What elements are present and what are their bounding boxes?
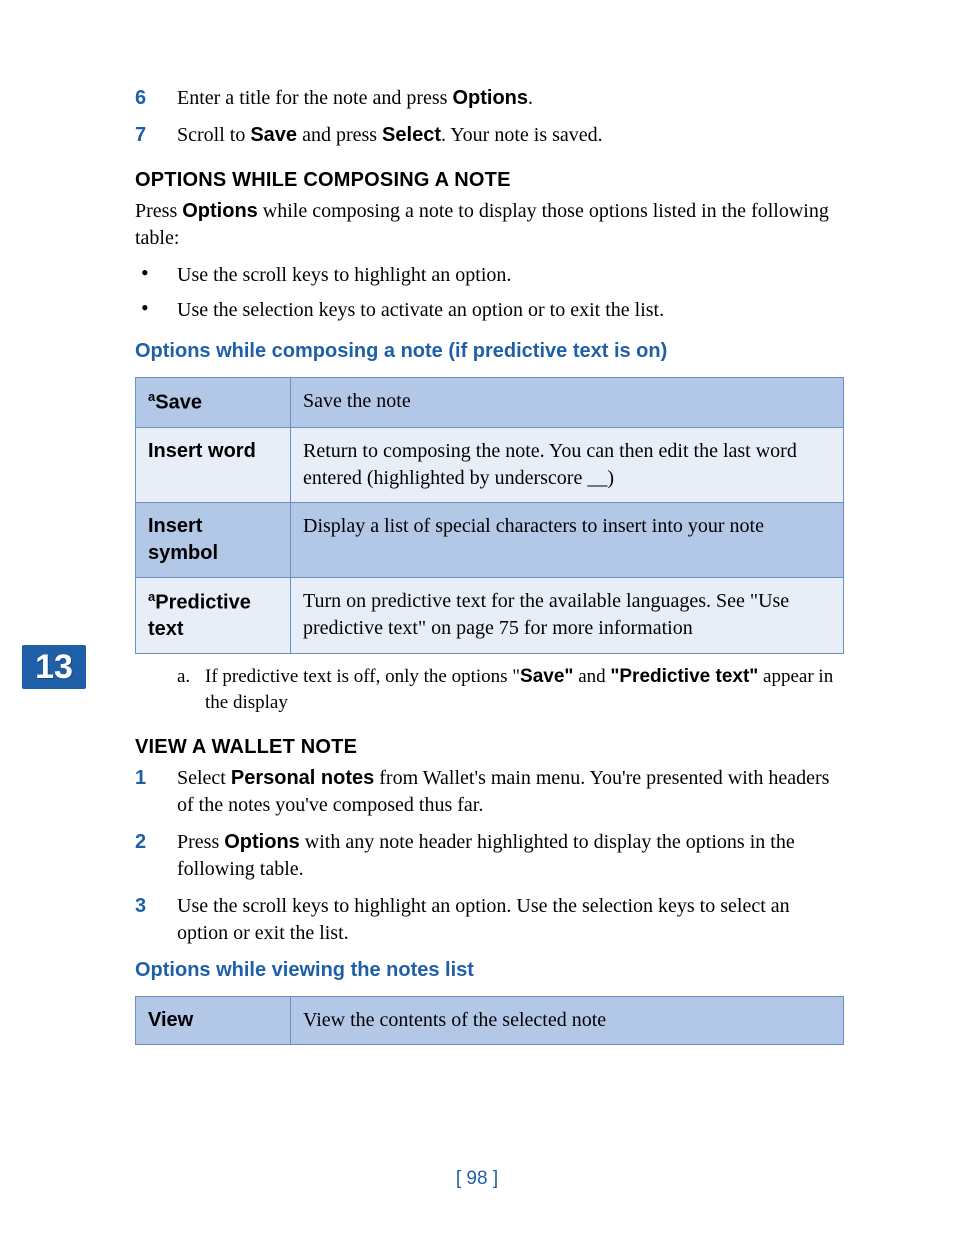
option-label: aSave — [136, 378, 291, 428]
step-3: 3 Use the scroll keys to highlight an op… — [135, 893, 844, 947]
bold-word: Save" — [520, 666, 573, 687]
step-text: Press Options with any note header highl… — [177, 829, 844, 883]
page-content: 6 Enter a title for the note and press O… — [0, 0, 954, 1045]
label-text: View — [148, 1009, 193, 1031]
bold-word: Save — [250, 124, 297, 146]
text: and press — [297, 124, 382, 146]
text: Press — [135, 200, 182, 222]
footnote-marker: a. — [177, 664, 205, 715]
table-title-composing: Options while composing a note (if predi… — [135, 338, 844, 365]
bold-word: "Predictive text" — [610, 666, 758, 687]
bullet-text: Use the selection keys to activate an op… — [177, 297, 664, 324]
bullet-list: • Use the scroll keys to highlight an op… — [135, 262, 844, 324]
label-text: Insert word — [148, 440, 256, 462]
footnote-text: If predictive text is off, only the opti… — [205, 664, 844, 715]
step-1: 1 Select Personal notes from Wallet's ma… — [135, 765, 844, 819]
text: and — [573, 666, 610, 687]
step-number: 6 — [135, 85, 177, 112]
text: If predictive text is off, only the opti… — [205, 666, 520, 687]
option-label: Insert word — [136, 427, 291, 502]
bold-word: Options — [182, 200, 258, 222]
table-row: Insert word Return to composing the note… — [136, 427, 844, 502]
bold-word: Select — [382, 124, 441, 146]
paragraph: Press Options while composing a note to … — [135, 198, 844, 252]
step-number: 3 — [135, 893, 177, 947]
options-table-composing: aSave Save the note Insert word Return t… — [135, 377, 844, 654]
option-desc: Turn on predictive text for the availabl… — [291, 577, 844, 654]
step-number: 7 — [135, 122, 177, 149]
option-desc: Display a list of special characters to … — [291, 502, 844, 577]
bold-word: Options — [452, 87, 528, 109]
label-text: Predictive text — [148, 591, 251, 640]
step-text: Scroll to Save and press Select. Your no… — [177, 122, 844, 149]
section-title-options-composing: OPTIONS WHILE COMPOSING A NOTE — [135, 167, 844, 194]
step-text: Select Personal notes from Wallet's main… — [177, 765, 844, 819]
label-text: Save — [155, 392, 202, 414]
step-6: 6 Enter a title for the note and press O… — [135, 85, 844, 112]
option-label: aPredictive text — [136, 577, 291, 654]
section-title-view-note: VIEW A WALLET NOTE — [135, 734, 844, 761]
bullet-item: • Use the scroll keys to highlight an op… — [135, 262, 844, 289]
table-footnote: a. If predictive text is off, only the o… — [177, 664, 844, 715]
text: Press — [177, 831, 224, 853]
option-desc: Save the note — [291, 378, 844, 428]
step-number: 1 — [135, 765, 177, 819]
table-row: aSave Save the note — [136, 378, 844, 428]
options-table-viewing: View View the contents of the selected n… — [135, 996, 844, 1045]
bullet-icon: • — [135, 262, 177, 289]
text: Scroll to — [177, 124, 250, 146]
table-row: View View the contents of the selected n… — [136, 996, 844, 1044]
step-7: 7 Scroll to Save and press Select. Your … — [135, 122, 844, 149]
label-text: Insert symbol — [148, 515, 218, 564]
step-number: 2 — [135, 829, 177, 883]
text: . Your note is saved. — [441, 124, 603, 146]
bullet-icon: • — [135, 297, 177, 324]
option-label: Insert symbol — [136, 502, 291, 577]
table-title-viewing: Options while viewing the notes list — [135, 957, 844, 984]
option-label: View — [136, 996, 291, 1044]
bold-word: Personal notes — [231, 767, 374, 789]
text: Enter a title for the note and press — [177, 87, 452, 109]
option-desc: View the contents of the selected note — [291, 996, 844, 1044]
chapter-tab: 13 — [22, 645, 86, 689]
bullet-text: Use the scroll keys to highlight an opti… — [177, 262, 511, 289]
text: Use the scroll keys to highlight an opti… — [177, 895, 790, 944]
bold-word: Options — [224, 831, 300, 853]
step-2: 2 Press Options with any note header hig… — [135, 829, 844, 883]
option-desc: Return to composing the note. You can th… — [291, 427, 844, 502]
bullet-item: • Use the selection keys to activate an … — [135, 297, 844, 324]
text: . — [528, 87, 533, 109]
step-text: Enter a title for the note and press Opt… — [177, 85, 844, 112]
text: Select — [177, 767, 231, 789]
table-row: Insert symbol Display a list of special … — [136, 502, 844, 577]
page-number: [ 98 ] — [0, 1168, 954, 1190]
step-text: Use the scroll keys to highlight an opti… — [177, 893, 844, 947]
table-row: aPredictive text Turn on predictive text… — [136, 577, 844, 654]
